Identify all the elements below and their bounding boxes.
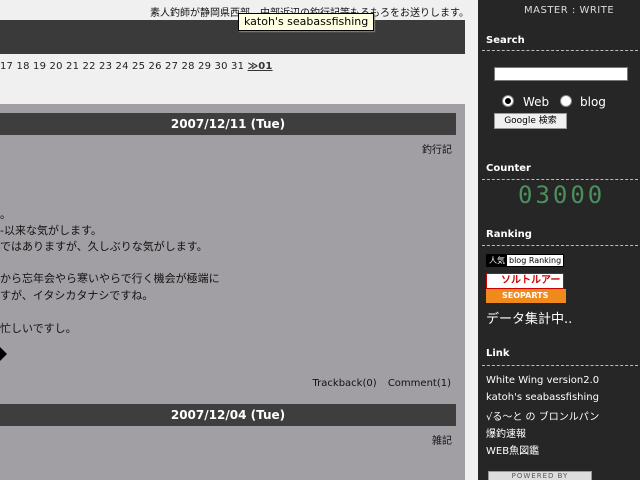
sidebar-link[interactable]: 爆釣速報 xyxy=(486,425,526,440)
powered-by-badge[interactable]: POWERED BY xyxy=(488,471,592,480)
salt-lure-badge[interactable]: ソルトルアー xyxy=(486,273,564,289)
visitor-counter: 03000 xyxy=(518,181,606,209)
entry-text-line: から忘年会やら寒いやらで行く機会が極端に xyxy=(0,272,220,285)
search-title: Search xyxy=(486,35,525,46)
radio-blog[interactable] xyxy=(560,95,572,107)
calendar-nav: 17 18 19 20 21 22 23 24 25 26 27 28 29 3… xyxy=(0,61,470,75)
header-bar xyxy=(0,20,466,54)
radio-web-label: Web xyxy=(523,95,550,109)
master-link[interactable]: MASTER xyxy=(524,5,568,16)
link-title: Link xyxy=(486,348,510,359)
search-input[interactable] xyxy=(494,67,628,81)
calendar-days[interactable]: 17 18 19 20 21 22 23 24 25 26 27 28 29 3… xyxy=(0,61,248,72)
arrow-right-icon xyxy=(0,347,7,361)
divider xyxy=(482,245,638,246)
entry-category-link[interactable]: 雑記 xyxy=(432,432,452,447)
entry-text-line: -以来な気がします。 xyxy=(0,224,102,237)
radio-blog-label: blog xyxy=(580,95,606,109)
divider xyxy=(482,365,638,366)
link-tooltip: katoh's seabassfishing xyxy=(238,13,375,31)
entry-footer: Trackback(0) Comment(1) xyxy=(305,378,451,389)
badge-ninki-label: 人気 xyxy=(487,255,507,266)
entry-category-link[interactable]: 釣行記 xyxy=(422,141,452,156)
gutter xyxy=(465,0,478,480)
write-link[interactable]: WRITE xyxy=(579,5,614,16)
page: 素人釣師が静岡県西部、中部近辺の釣行記等もろもろをお送りします。 katoh's… xyxy=(0,0,640,480)
comment-link[interactable]: Comment(1) xyxy=(388,378,451,389)
sidebar-link[interactable]: WEB魚図鑑 xyxy=(486,442,539,457)
radio-web[interactable] xyxy=(502,95,514,107)
entry-date-header: 2007/12/11 (Tue) xyxy=(0,113,456,135)
admin-links: MASTER : WRITE xyxy=(524,5,614,16)
trackback-link[interactable]: Trackback(0) xyxy=(313,378,377,389)
sidebar: MASTER : WRITE Search Web blog Google 検索… xyxy=(478,0,640,480)
entry-text-line: すが、イタシカタナシですね。 xyxy=(0,289,154,302)
sidebar-link[interactable]: katoh's seabassfishing xyxy=(486,392,599,403)
main-content: 2007/12/11 (Tue) 釣行記 。 -以来な気がします。 ではあります… xyxy=(0,104,465,480)
entry-text-line: 。 xyxy=(0,208,11,221)
entry-text-line: 忙しいですし。 xyxy=(0,322,77,335)
admin-separator: : xyxy=(571,5,576,16)
entry-text-line: ではありますが、久しぶりな気がします。 xyxy=(0,240,208,253)
ranking-title: Ranking xyxy=(486,229,532,240)
divider xyxy=(482,50,638,51)
badge-ninki-text: blog Ranking xyxy=(509,256,562,265)
divider xyxy=(482,179,638,180)
sidebar-link[interactable]: √る～と の ブロンルパン xyxy=(486,408,599,423)
calendar-next-link[interactable]: ≫01 xyxy=(248,61,273,72)
seoparts-badge[interactable]: SEOPARTS xyxy=(486,289,566,303)
entry-date-header: 2007/12/04 (Tue) xyxy=(0,404,456,426)
sidebar-link[interactable]: White Wing version2.0 xyxy=(486,375,599,386)
google-search-button[interactable]: Google 検索 xyxy=(494,113,567,129)
counter-title: Counter xyxy=(486,163,531,174)
ranking-status: データ集計中.. xyxy=(486,312,573,327)
blog-ranking-badge[interactable]: 人気 blog Ranking xyxy=(486,254,564,267)
